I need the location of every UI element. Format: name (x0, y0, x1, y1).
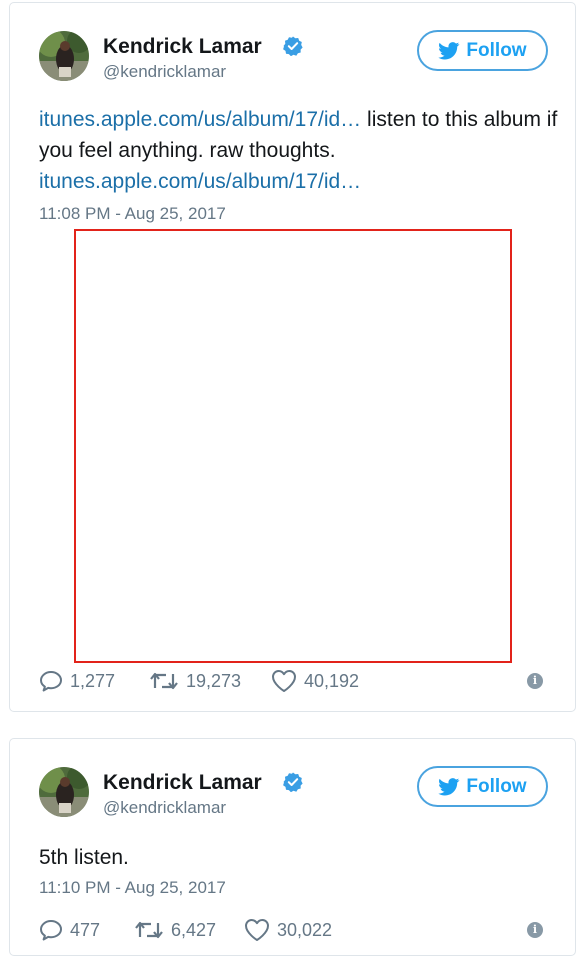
follow-button[interactable]: Follow (417, 30, 548, 71)
follow-label: Follow (466, 775, 527, 797)
follow-button[interactable]: Follow (417, 766, 548, 807)
action-bar: 477 6,427 30,022 (39, 917, 332, 943)
info-icon[interactable]: i (527, 673, 543, 689)
album-link[interactable]: itunes.apple.com/us/album/17/id… (39, 170, 361, 193)
reply-count: 477 (70, 919, 101, 940)
handle[interactable]: @kendricklamar (103, 798, 226, 818)
twitter-bird-icon (438, 41, 460, 59)
tweet-card: Kendrick Lamar @kendricklamar Follow 5th… (9, 738, 576, 956)
tweet-text: itunes.apple.com/us/album/17/id… listen … (39, 104, 559, 197)
reply-icon (40, 920, 62, 941)
display-name[interactable]: Kendrick Lamar (103, 771, 262, 795)
twitter-bird-icon (438, 777, 460, 795)
like-button[interactable]: 30,022 (244, 918, 332, 942)
media-placeholder (74, 229, 512, 663)
reply-count: 1,277 (70, 670, 116, 691)
info-icon[interactable]: i (527, 922, 543, 938)
verified-badge-icon (283, 772, 303, 792)
heart-icon (245, 919, 269, 941)
retweet-count: 19,273 (186, 670, 242, 691)
like-count: 40,192 (304, 670, 360, 691)
action-bar: 1,277 19,273 40,192 (39, 668, 359, 694)
avatar[interactable] (39, 31, 89, 81)
tweet-text: 5th listen. (39, 846, 129, 869)
verified-badge-icon (283, 36, 303, 56)
retweet-icon (150, 672, 178, 690)
reply-icon (40, 671, 62, 692)
reply-button[interactable]: 477 (39, 919, 134, 941)
display-name[interactable]: Kendrick Lamar (103, 35, 262, 59)
like-count: 30,022 (277, 919, 333, 940)
like-button[interactable]: 40,192 (271, 669, 359, 693)
timestamp[interactable]: 11:08 PM - Aug 25, 2017 (39, 204, 226, 224)
album-link[interactable]: itunes.apple.com/us/album/17/id… (39, 108, 361, 131)
follow-label: Follow (466, 39, 527, 61)
handle[interactable]: @kendricklamar (103, 62, 226, 82)
retweet-count: 6,427 (171, 919, 217, 940)
avatar[interactable] (39, 767, 89, 817)
retweet-button[interactable]: 19,273 (149, 670, 271, 692)
retweet-button[interactable]: 6,427 (134, 919, 244, 941)
tweet-card: Kendrick Lamar @kendricklamar Follow itu… (9, 2, 576, 712)
reply-button[interactable]: 1,277 (39, 670, 149, 692)
heart-icon (272, 670, 296, 692)
retweet-icon (135, 921, 163, 939)
timestamp[interactable]: 11:10 PM - Aug 25, 2017 (39, 878, 226, 898)
